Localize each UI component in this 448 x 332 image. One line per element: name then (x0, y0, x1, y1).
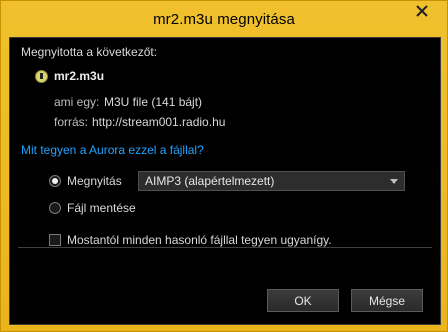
separator (18, 247, 432, 248)
source-label: forrás: (54, 115, 89, 129)
close-button[interactable] (403, 1, 441, 21)
application-select[interactable]: AIMP3 (alapértelmezett) (138, 171, 405, 191)
file-type-label: ami egy: (54, 95, 100, 109)
file-name: mr2.m3u (54, 69, 105, 83)
intro-label: Megnyitotta a következőt: (21, 45, 158, 59)
dialog-body: Megnyitotta a következőt: mr2.m3u ami eg… (9, 37, 441, 325)
window-title: mr2.m3u megnyitása (153, 10, 295, 28)
open-with-radio[interactable] (49, 175, 61, 187)
remember-checkbox[interactable] (49, 234, 61, 246)
save-file-radio[interactable] (49, 202, 61, 214)
ok-button[interactable]: OK (267, 289, 339, 312)
chevron-down-icon (390, 179, 398, 184)
title-bar: mr2.m3u megnyitása (1, 1, 447, 37)
close-icon (416, 5, 428, 17)
open-with-label[interactable]: Megnyitás (67, 174, 122, 188)
save-file-label[interactable]: Fájl mentése (67, 201, 136, 215)
cancel-button[interactable]: Mégse (351, 289, 423, 312)
dialog-window: mr2.m3u megnyitása Megnyitotta a követke… (0, 0, 448, 332)
action-question: Mit tegyen a Aurora ezzel a fájllal? (21, 143, 204, 157)
file-type-icon (35, 70, 48, 83)
file-type-value: M3U file (141 bájt) (104, 95, 203, 109)
source-value: http://stream001.radio.hu (92, 115, 226, 129)
application-select-value: AIMP3 (alapértelmezett) (145, 174, 275, 188)
remember-label[interactable]: Mostantól minden hasonló fájllal tegyen … (67, 233, 332, 247)
